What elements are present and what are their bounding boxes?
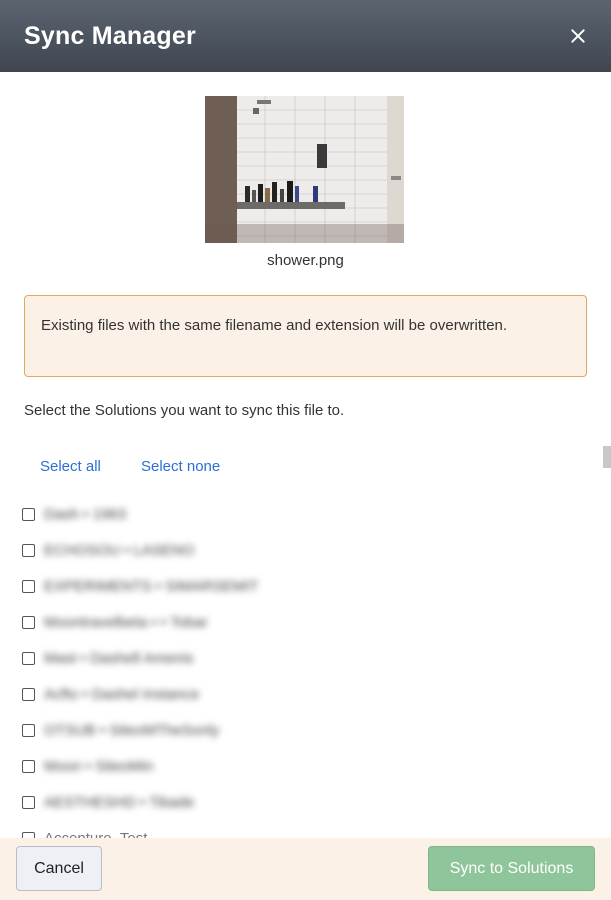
solution-label: Moontravelbeta • • Tobar xyxy=(44,613,208,631)
solution-checkbox[interactable] xyxy=(22,507,35,521)
solution-item[interactable]: AESTHESHD • Tibade xyxy=(22,790,194,814)
solution-checkbox[interactable] xyxy=(22,759,35,773)
solution-label: ECHOSOU • LASENO xyxy=(44,541,195,559)
solution-item[interactable]: OTSUB • SiteoMTheSonly xyxy=(22,718,219,742)
solution-item[interactable]: Moontravelbeta • • Tobar xyxy=(22,610,208,634)
solution-label: Dash • 1963 xyxy=(44,505,126,523)
solution-checkbox[interactable] xyxy=(22,795,35,809)
close-icon[interactable] xyxy=(566,24,590,48)
solution-item[interactable]: Moon • SiteoMin xyxy=(22,754,153,778)
solution-label: EXPERIMENTS • SIMARSEMIT xyxy=(44,577,259,595)
solution-item[interactable]: Mast • Dashell Amenis xyxy=(22,646,193,670)
solution-checkbox[interactable] xyxy=(22,687,35,701)
solution-label: OTSUB • SiteoMTheSonly xyxy=(44,721,220,739)
modal-title: Sync Manager xyxy=(24,21,196,50)
select-none-link[interactable]: Select none xyxy=(141,458,220,475)
solution-item[interactable]: Dash • 1963 xyxy=(22,502,126,526)
solution-item[interactable]: EXPERIMENTS • SIMARSEMIT xyxy=(22,574,258,598)
file-preview-image xyxy=(205,96,404,243)
sync-to-solutions-button[interactable]: Sync to Solutions xyxy=(428,846,595,891)
solution-item[interactable]: ECHOSOU • LASENO xyxy=(22,538,194,562)
solution-label: Moon • SiteoMin xyxy=(44,757,154,775)
cancel-button[interactable]: Cancel xyxy=(16,846,102,891)
solution-list: Dash • 1963 ECHOSOU • LASENO EXPERIMENTS… xyxy=(0,500,600,838)
solution-checkbox[interactable] xyxy=(22,651,35,665)
solution-checkbox[interactable] xyxy=(22,615,35,629)
solution-checkbox[interactable] xyxy=(22,543,35,557)
solution-label: Acfto • Dashel Instance xyxy=(44,685,200,703)
solution-label: AESTHESHD • Tibade xyxy=(44,793,195,811)
solution-item[interactable]: Acfto • Dashel Instance xyxy=(22,682,199,706)
solution-label: Mast • Dashell Amenis xyxy=(44,649,194,667)
modal-footer: Cancel Sync to Solutions xyxy=(0,838,611,900)
solution-checkbox[interactable] xyxy=(22,579,35,593)
instructions-text: Select the Solutions you want to sync th… xyxy=(24,402,345,419)
solution-checkbox[interactable] xyxy=(22,723,35,737)
modal-header: Sync Manager xyxy=(0,0,611,72)
select-all-link[interactable]: Select all xyxy=(40,458,101,475)
overwrite-warning: Existing files with the same filename an… xyxy=(24,295,587,377)
solution-item[interactable]: Accenture_Test xyxy=(22,826,147,838)
scrollbar-thumb[interactable] xyxy=(603,446,611,468)
file-name: shower.png xyxy=(267,252,344,269)
solution-label: Accenture_Test xyxy=(44,829,148,839)
